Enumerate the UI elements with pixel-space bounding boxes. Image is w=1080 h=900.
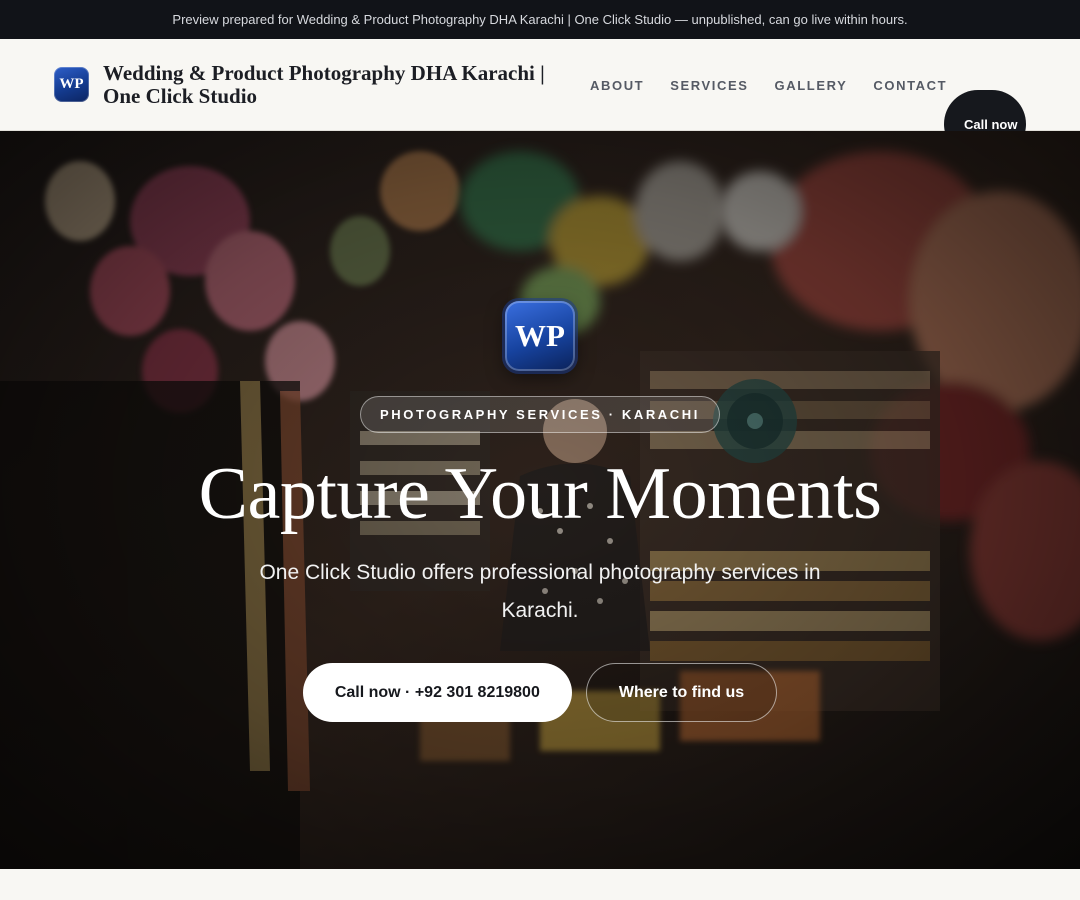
site-logo[interactable]: WP bbox=[54, 67, 89, 102]
hero-eyebrow-badge: PHOTOGRAPHY SERVICES · KARACHI bbox=[360, 396, 720, 433]
hero-content: WP PHOTOGRAPHY SERVICES · KARACHI Captur… bbox=[0, 301, 1080, 722]
main-nav: ABOUT SERVICES GALLERY CONTACT bbox=[590, 39, 947, 131]
nav-about[interactable]: ABOUT bbox=[590, 78, 644, 93]
find-us-button[interactable]: Where to find us bbox=[585, 663, 778, 722]
call-now-button[interactable]: Call now · +92 301 8219800 bbox=[302, 663, 572, 722]
preview-banner: Preview prepared for Wedding & Product P… bbox=[0, 0, 1080, 39]
preview-banner-text: Preview prepared for Wedding & Product P… bbox=[172, 12, 908, 27]
hero-logo: WP bbox=[505, 301, 575, 371]
next-section bbox=[0, 869, 1080, 900]
hero-section: WP PHOTOGRAPHY SERVICES · KARACHI Captur… bbox=[0, 131, 1080, 869]
hero-subtitle: One Click Studio offers professional pho… bbox=[259, 561, 821, 622]
hero-eyebrow-text: PHOTOGRAPHY SERVICES · KARACHI bbox=[380, 407, 700, 422]
hero-logo-initials: WP bbox=[515, 318, 565, 353]
nav-gallery[interactable]: GALLERY bbox=[775, 78, 848, 93]
site-header: WP Wedding & Product Photography DHA Kar… bbox=[0, 39, 1080, 158]
site-title[interactable]: Wedding & Product Photography DHA Karach… bbox=[103, 61, 583, 108]
nav-contact[interactable]: CONTACT bbox=[873, 78, 947, 93]
nav-services[interactable]: SERVICES bbox=[670, 78, 748, 93]
hero-title: Capture Your Moments bbox=[198, 453, 882, 535]
site-logo-initials: WP bbox=[59, 76, 84, 92]
hero-actions: Call now · +92 301 8219800 Where to find… bbox=[302, 663, 778, 722]
